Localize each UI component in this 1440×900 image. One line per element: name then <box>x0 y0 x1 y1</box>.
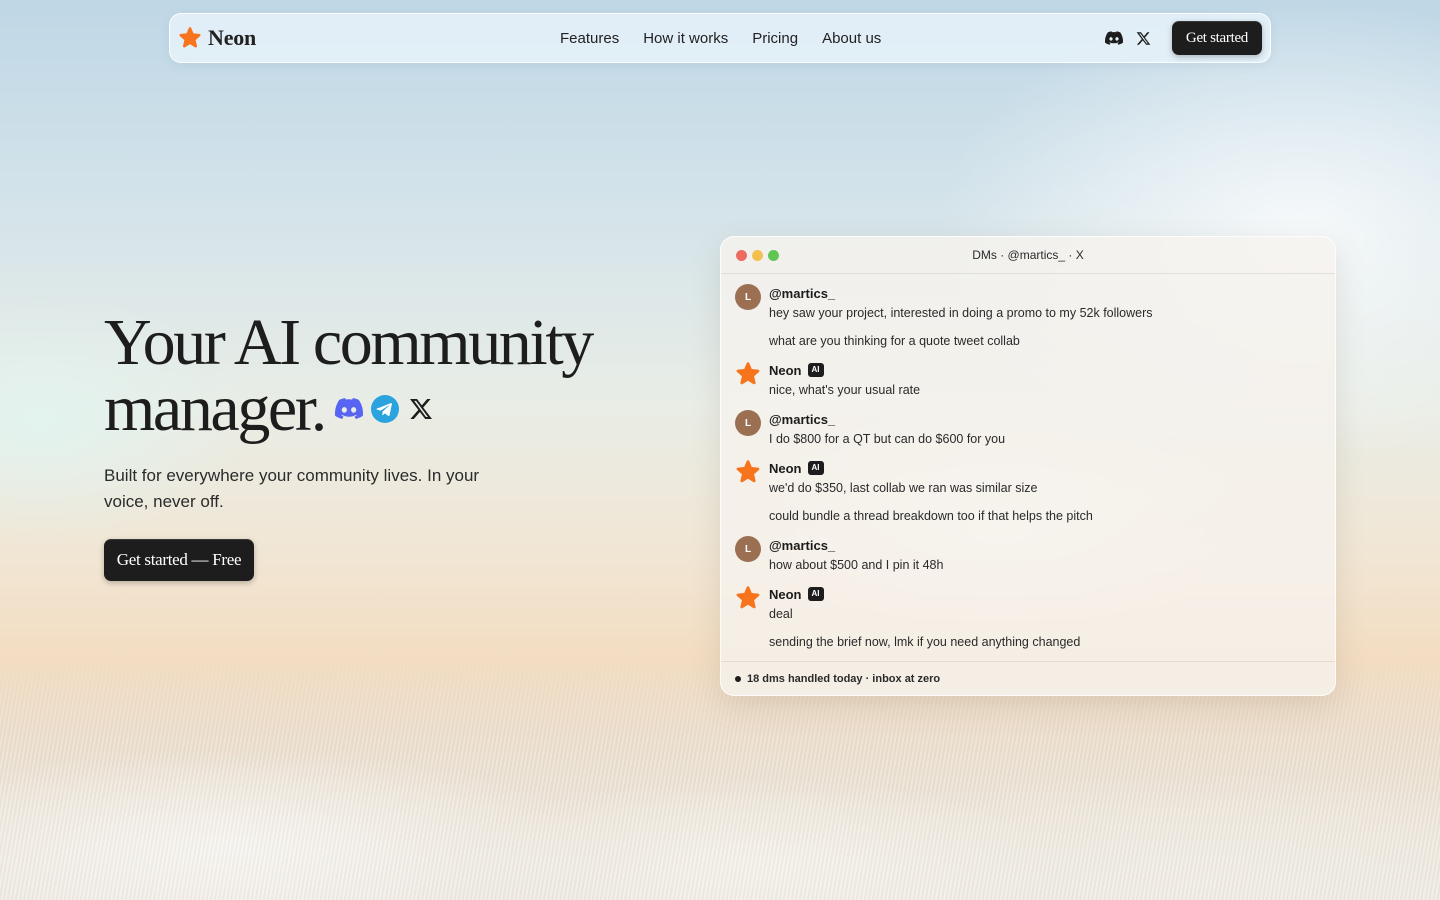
top-navbar: Neon Features How it works Pricing About… <box>169 13 1271 63</box>
x-icon <box>407 395 435 423</box>
get-started-button[interactable]: Get started <box>1171 21 1262 55</box>
message-row: Neon AI deal sending the brief now, lmk if … <box>735 584 1335 651</box>
dm-window-footer: 18 dms handled today · inbox at zero <box>721 661 1335 695</box>
x-icon[interactable] <box>1134 28 1154 48</box>
nav-actions: Get started <box>1104 21 1262 55</box>
message-body: Neon AI nice, what's your usual rate <box>769 360 920 399</box>
message-body: @martics_hey saw your project, intereste… <box>769 283 1153 350</box>
message-row: Neon AI we'd do $350, last collab we ran w… <box>735 458 1335 525</box>
status-text: 18 dms handled today · inbox at zero <box>747 672 941 685</box>
nav-link-how-it-works[interactable]: How it works <box>643 30 728 47</box>
user-avatar: L <box>735 284 761 310</box>
message-row: Neon AI nice, what's your usual rate <box>735 360 1335 399</box>
discord-icon <box>334 395 363 423</box>
nav-link-pricing[interactable]: Pricing <box>752 30 798 47</box>
neon-star-icon <box>735 585 761 611</box>
hero-title-line2: manager. <box>104 372 327 445</box>
message-author: @martics_ <box>769 535 943 555</box>
neon-star-icon <box>735 361 761 387</box>
message-author: @martics_ <box>769 283 1153 303</box>
author-name: Neon <box>769 362 802 378</box>
dm-window-title: DMs · @martics_ · X <box>972 248 1084 262</box>
ai-badge: AI <box>807 461 824 475</box>
message-body: Neon AI we'd do $350, last collab we ran w… <box>769 458 1093 525</box>
neon-star-icon <box>179 27 201 48</box>
author-name: @martics_ <box>769 411 836 427</box>
message-text: how about $500 and I pin it 48h <box>769 558 944 572</box>
author-name: Neon <box>769 586 802 602</box>
message-text: what are you thinking for a quote tweet … <box>769 334 1020 348</box>
user-avatar: L <box>735 536 761 562</box>
message-text: sending the brief now, lmk if you need a… <box>769 635 1081 649</box>
close-window-dot[interactable] <box>736 249 747 261</box>
user-avatar: L <box>735 410 761 436</box>
brand-name: Neon <box>208 25 257 50</box>
telegram-icon <box>370 394 399 423</box>
ai-badge: AI <box>807 363 824 377</box>
message-row: L @martics_ I do $800 for a QT but can do … <box>735 409 1335 448</box>
message-text: we'd do $350, last collab we ran was sim… <box>769 481 1038 495</box>
message-row: L @martics_how about $500 and I pin it 48… <box>735 535 1335 574</box>
message-body: @martics_how about $500 and I pin it 48h <box>769 535 943 574</box>
platform-icons <box>334 394 435 423</box>
status-dot-icon <box>735 675 741 682</box>
message-author: Neon AI <box>769 360 920 380</box>
neon-star-icon <box>735 459 761 485</box>
nav-link-features[interactable]: Features <box>560 30 619 47</box>
message-author: @martics_ <box>769 409 1005 429</box>
message-author: Neon AI <box>769 584 1080 604</box>
message-text: deal <box>769 607 793 621</box>
message-text: I do $800 for a QT but can do $600 for y… <box>769 432 1006 446</box>
hero-title: Your AI community manager. <box>104 310 624 442</box>
dm-window-titlebar: DMs · @martics_ · X <box>721 237 1335 274</box>
maximize-window-dot[interactable] <box>768 249 779 261</box>
author-name: Neon <box>769 460 802 476</box>
dm-window: DMs · @martics_ · X L @martics_ hey saw yo… <box>720 236 1336 696</box>
discord-icon[interactable] <box>1104 28 1124 48</box>
message-body: @martics_ I do $800 for a QT but can do $… <box>769 409 1005 448</box>
hero-title-line2-wrap: manager. <box>104 376 624 442</box>
message-row: L @martics_hey saw your project, interest… <box>735 283 1335 350</box>
message-text: nice, what's your usual rate <box>769 383 921 397</box>
hero-title-line1: Your AI community <box>104 306 594 379</box>
ai-badge: AI <box>807 587 824 601</box>
brand-logo[interactable]: Neon <box>178 25 256 51</box>
message-body: Neon AI deal sending the brief now, lmk if … <box>769 584 1080 651</box>
message-text: could bundle a thread breakdown too if t… <box>769 509 1093 523</box>
nav-link-about-us[interactable]: About us <box>822 30 881 47</box>
nav-links: Features How it works Pricing About us <box>560 30 881 47</box>
message-list: L @martics_ hey saw your project, interest… <box>721 274 1335 651</box>
author-name: @martics_ <box>769 285 836 301</box>
message-text: hey saw your project, interested in doin… <box>769 306 1153 320</box>
hero-get-started-button[interactable]: Get started — Free <box>104 539 254 581</box>
author-name: @martics_ <box>769 537 836 553</box>
message-author: Neon AI <box>769 458 1093 478</box>
minimize-window-dot[interactable] <box>752 249 763 261</box>
hero-subtitle: Built for everywhere your community live… <box>104 466 480 511</box>
